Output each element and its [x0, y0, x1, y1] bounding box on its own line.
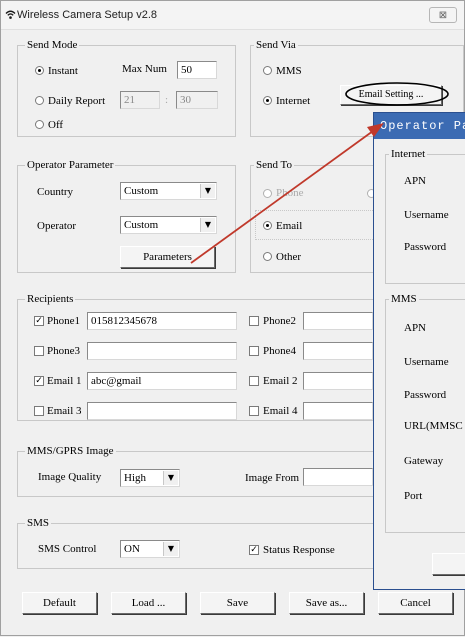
main-window: Wireless Camera Setup v2.8 ⊠ Send Mode I… — [0, 0, 465, 636]
annotation-arrow — [190, 123, 384, 264]
